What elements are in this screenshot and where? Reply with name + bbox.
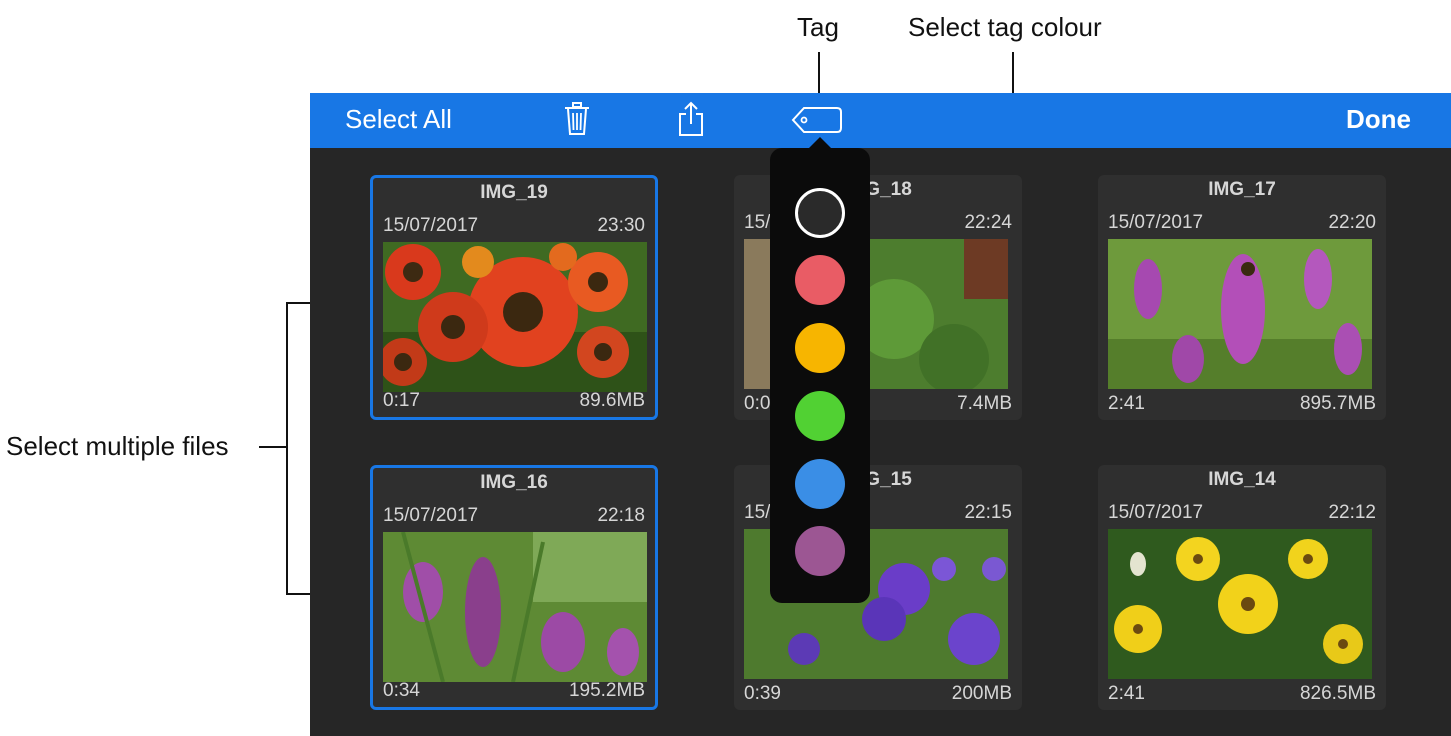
tag-colour-none[interactable] — [795, 188, 845, 238]
thumbnail-image — [383, 242, 647, 392]
app-window: Select All Done IMG_19 15/07/2017 23:30 … — [310, 93, 1451, 736]
tag-colour-orange[interactable] — [795, 323, 845, 373]
toolbar: Select All Done — [310, 93, 1451, 148]
done-button[interactable]: Done — [1346, 104, 1411, 135]
file-card-img17[interactable]: IMG_17 15/07/2017 22:20 2:41 895.7MB — [1098, 175, 1386, 420]
file-name: IMG_19 — [480, 182, 548, 203]
file-time: 23:30 — [597, 215, 645, 236]
file-size: 195.2MB — [568, 680, 645, 701]
file-size: 200MB — [951, 683, 1012, 704]
multi-leader-stub — [259, 446, 287, 448]
share-icon[interactable] — [677, 101, 705, 142]
file-time: 22:20 — [1328, 212, 1376, 233]
file-name: IMG_17 — [1208, 179, 1276, 200]
tag-leader-line — [818, 52, 820, 98]
annotation-select-tag-colour: Select tag colour — [908, 12, 1102, 42]
tag-colour-blue[interactable] — [795, 459, 845, 509]
file-duration: 0:17 — [383, 390, 420, 411]
file-duration: 0:34 — [383, 680, 420, 701]
file-time: 22:15 — [964, 502, 1012, 523]
file-size: 89.6MB — [579, 390, 645, 411]
thumbnail-image — [1108, 529, 1372, 679]
tag-colour-popover — [770, 148, 870, 603]
thumbnail-image — [1108, 239, 1372, 389]
file-card-img14[interactable]: IMG_14 15/07/2017 22:12 2:41 826.5MB — [1098, 465, 1386, 710]
file-date: 15/07/2017 — [383, 215, 479, 236]
annotation-select-multiple-files: Select multiple files — [6, 431, 229, 461]
select-all-button[interactable]: Select All — [345, 104, 452, 135]
tag-colour-red[interactable] — [795, 255, 845, 305]
file-size: 895.7MB — [1299, 393, 1376, 414]
file-name: IMG_14 — [1208, 469, 1276, 490]
multi-leader-bracket — [286, 302, 288, 594]
tag-colour-purple[interactable] — [795, 526, 845, 576]
file-card-img19[interactable]: IMG_19 15/07/2017 23:30 0:17 89.6MB — [370, 175, 658, 420]
thumbnail-image — [383, 532, 647, 682]
file-duration: 2:41 — [1108, 683, 1145, 704]
tag-icon[interactable] — [791, 106, 843, 139]
file-time: 22:12 — [1328, 502, 1376, 523]
tag-colour-green[interactable] — [795, 391, 845, 441]
trash-icon[interactable] — [564, 102, 590, 141]
file-duration: 0:39 — [744, 683, 781, 704]
file-duration: 2:41 — [1108, 393, 1145, 414]
annotation-tag: Tag — [797, 12, 839, 42]
file-name: IMG_16 — [480, 472, 548, 493]
file-card-img16[interactable]: IMG_16 15/07/2017 22:18 0:34 195.2MB — [370, 465, 658, 710]
file-date: 15/07/2017 — [383, 505, 479, 526]
file-date: 15/07/2017 — [1108, 502, 1204, 523]
file-date: 15/07/2017 — [1108, 212, 1204, 233]
file-size: 7.4MB — [957, 393, 1012, 414]
file-size: 826.5MB — [1299, 683, 1376, 704]
file-time: 22:24 — [964, 212, 1012, 233]
file-grid: IMG_19 15/07/2017 23:30 0:17 89.6MB IMG_… — [310, 148, 1451, 736]
file-time: 22:18 — [597, 505, 645, 526]
